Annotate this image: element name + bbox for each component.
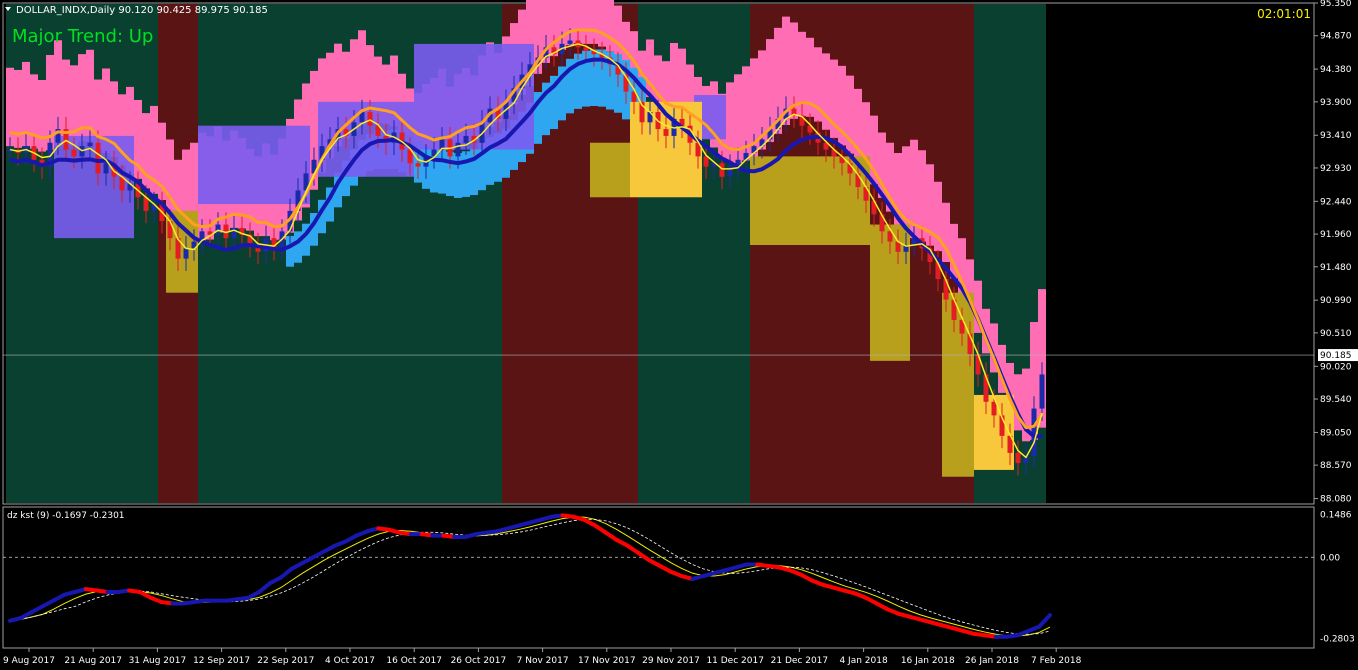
envelope-bar — [598, 0, 606, 47]
candle-body — [567, 40, 573, 44]
candle-body — [71, 149, 77, 157]
envelope-bar — [590, 0, 598, 44]
x-tick-label: 26 Oct 2017 — [451, 656, 507, 666]
x-tick-label: 9 Aug 2017 — [3, 656, 55, 666]
y-tick-label: 88.570 — [1320, 461, 1352, 471]
zone-box — [590, 142, 630, 198]
x-tick-label: 16 Jan 2018 — [901, 656, 955, 666]
support-bar — [462, 151, 470, 197]
y-tick-label: 93.410 — [1320, 131, 1352, 141]
y-tick-label: 95.350 — [1320, 0, 1352, 9]
y-tick-label: 94.380 — [1320, 65, 1352, 75]
candle-body — [455, 142, 461, 157]
x-tick-label: 21 Aug 2017 — [64, 656, 122, 666]
support-bar — [294, 231, 302, 263]
x-tick-label: 29 Nov 2017 — [642, 656, 700, 666]
x-tick-label: 11 Dec 2017 — [706, 656, 764, 666]
candle-body — [103, 163, 109, 174]
price-plot[interactable]: 90.185 — [2, 0, 1358, 505]
indicator-label: dz kst (9) -0.1697 -0.2301 — [7, 511, 125, 521]
y-tick-label: 92.440 — [1320, 197, 1352, 207]
candle-body — [183, 248, 189, 259]
y-tick-label: 91.480 — [1320, 263, 1352, 273]
x-tick-label: 12 Sep 2017 — [193, 656, 250, 666]
kst-y-tick-label: -0.2803 — [1320, 634, 1355, 644]
candle-body — [367, 112, 373, 126]
y-tick-label: 90.510 — [1320, 329, 1352, 339]
x-tick-label: 22 Sep 2017 — [257, 656, 314, 666]
x-tick-label: 7 Nov 2017 — [517, 656, 569, 666]
x-tick-label: 26 Jan 2018 — [965, 656, 1019, 666]
candle-body — [1039, 374, 1045, 409]
envelope-bar — [14, 69, 22, 148]
candle-body — [703, 156, 709, 167]
kst-y-tick-label: 0.00 — [1320, 553, 1340, 563]
server-clock: 02:01:01 — [1257, 7, 1311, 21]
last-price-text: 90.185 — [1320, 351, 1352, 361]
candle-body — [87, 142, 93, 147]
kst-plot-frame — [2, 506, 1315, 649]
envelope-bar — [622, 21, 630, 66]
y-tick-label: 90.020 — [1320, 362, 1352, 372]
candle-body — [95, 142, 101, 174]
envelope-bar — [614, 5, 622, 57]
y-tick-label: 88.080 — [1320, 495, 1352, 505]
x-tick-label: 16 Oct 2017 — [386, 656, 442, 666]
envelope-bar — [38, 79, 46, 152]
major-trend-label: Major Trend: Up — [12, 26, 153, 47]
candle-body — [719, 163, 725, 177]
x-tick-label: 21 Dec 2017 — [771, 656, 829, 666]
x-tick-label: 7 Feb 2018 — [1031, 656, 1082, 666]
x-tick-label: 4 Jan 2018 — [839, 656, 887, 666]
y-tick-label: 91.960 — [1320, 230, 1352, 240]
candle-body — [415, 163, 421, 167]
y-tick-label: 93.900 — [1320, 98, 1352, 108]
envelope-bar — [606, 0, 614, 52]
y-tick-label: 89.050 — [1320, 428, 1352, 438]
kst-indicator-plot[interactable] — [2, 506, 1315, 649]
candle-body — [991, 401, 997, 416]
y-tick-label: 92.930 — [1320, 164, 1352, 174]
x-tick-label: 4 Oct 2017 — [325, 656, 375, 666]
x-tick-label: 31 Aug 2017 — [129, 656, 187, 666]
candle-body — [663, 129, 669, 136]
range-box — [198, 125, 310, 205]
y-tick-label: 94.870 — [1320, 32, 1352, 42]
kst-y-tick-label: 0.1486 — [1320, 510, 1352, 520]
y-tick-label: 89.540 — [1320, 395, 1352, 405]
y-tick-label: 90.990 — [1320, 296, 1352, 306]
chart-window: 90.185 95.350 94.870 94.380 93.900 93.410 92.… — [2, 0, 1358, 666]
chart-symbol-line: DOLLAR_INDX,Daily 90.120 90.425 89.975 9… — [16, 5, 268, 16]
candle-body — [463, 135, 469, 143]
zone-box — [942, 292, 974, 477]
candle-body — [1015, 452, 1021, 464]
x-tick-label: 17 Nov 2017 — [578, 656, 636, 666]
